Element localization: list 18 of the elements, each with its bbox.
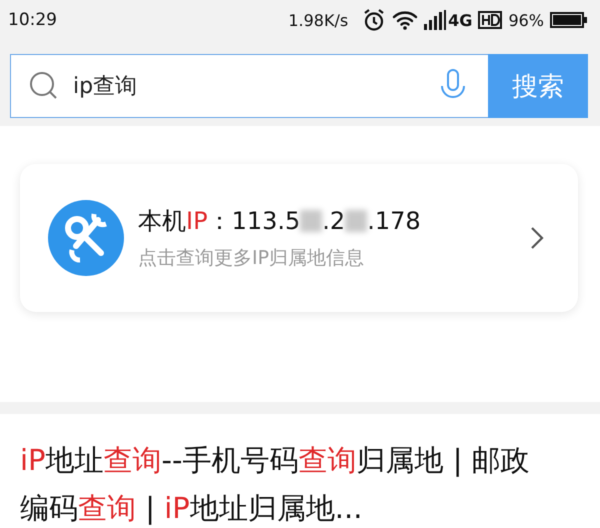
chevron-right-icon (530, 226, 544, 250)
alarm-clock-icon (362, 8, 386, 32)
battery-icon (550, 11, 588, 29)
ip-card[interactable]: 本机IP：113.5 .2 .178 点击查询更多IP归属地信息 (20, 164, 578, 312)
battery-percent: 96% (508, 10, 544, 30)
clock-time: 10:29 (8, 10, 57, 30)
hd-icon (478, 11, 502, 29)
wifi-icon (392, 10, 418, 30)
search-query: ip查询 (73, 73, 138, 101)
card-subtitle: 点击查询更多IP归属地信息 (138, 246, 366, 271)
network-type: 4G (448, 10, 472, 30)
ip-address: 本机IP：113.5 .2 .178 (138, 206, 422, 237)
search-icon (29, 71, 59, 101)
signal-icon (424, 10, 446, 30)
result-link[interactable]: iP地址查询--手机号码查询归属地 | 邮政编码查询 | iP地址归属地... (0, 414, 600, 528)
search-field[interactable]: ip查询 (10, 54, 488, 118)
network-speed: 1.98K/s (288, 10, 348, 30)
tools-icon (48, 200, 124, 276)
